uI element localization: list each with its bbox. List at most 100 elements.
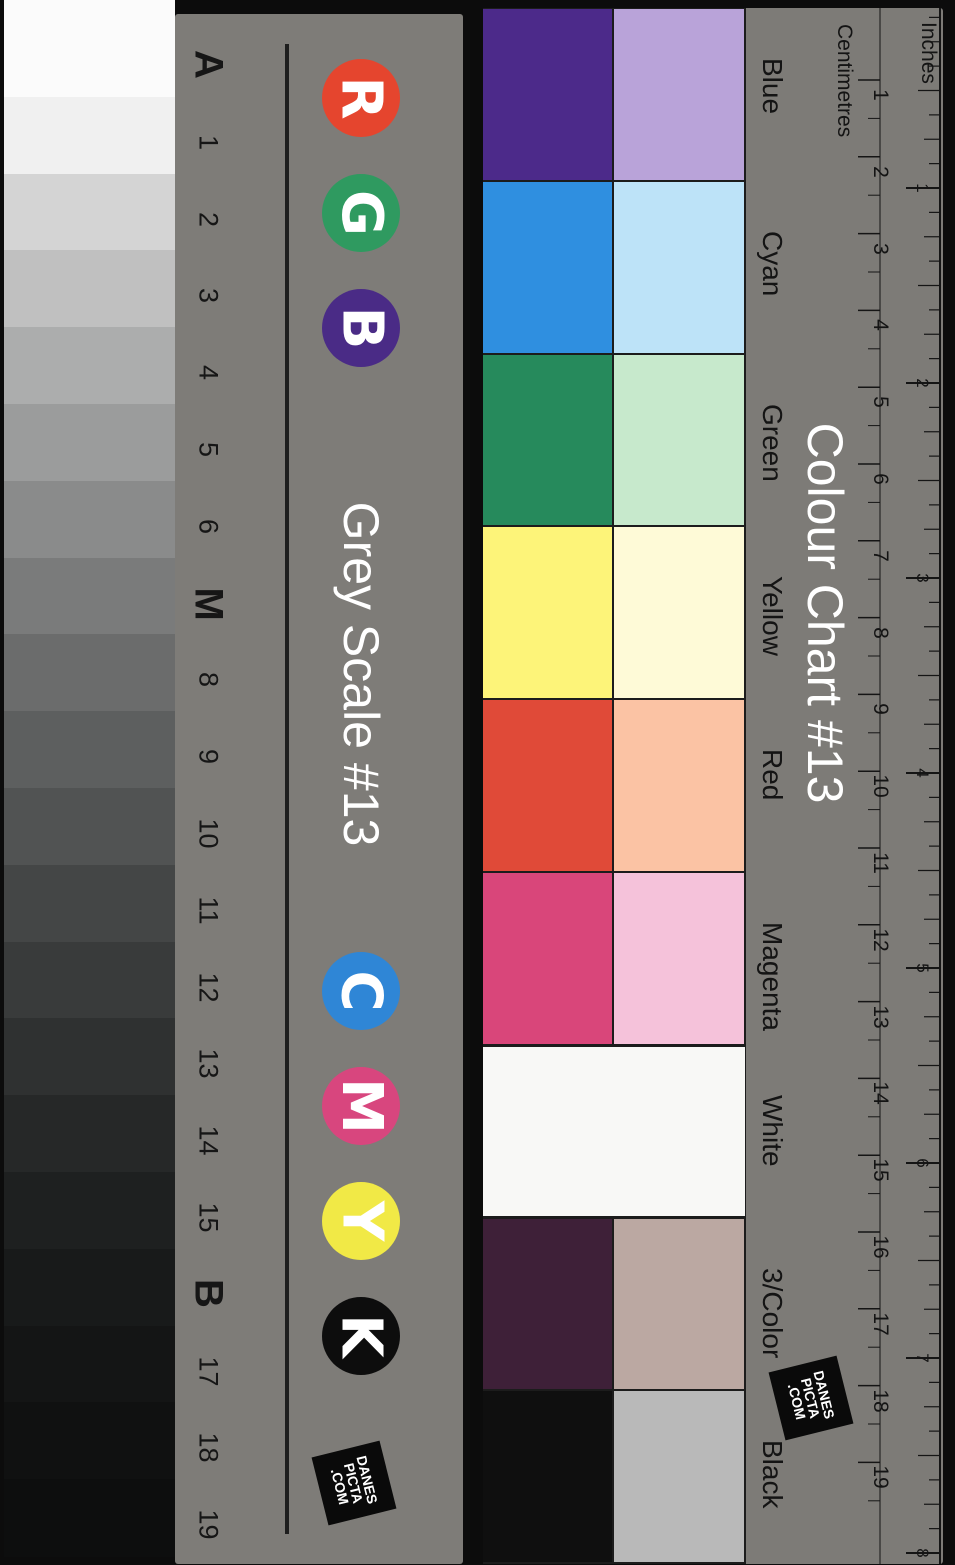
danes-picta-logo: DANES PICTA .COM [311,1440,397,1526]
grey-patch [4,634,175,713]
inch-number: 6 [913,1158,932,1168]
step-label: 18 [193,1432,224,1463]
grey-patch [4,711,175,789]
grey-patch [4,1018,175,1097]
colour-patch-strong [483,9,612,180]
step-label: 3 [193,288,224,304]
colour-name-text: Magenta [757,922,788,1031]
inch-number: 2 [913,378,932,388]
grey-patch [4,1325,175,1404]
grey-patch [4,173,175,252]
step-label: 10 [193,818,224,849]
badge-y: Y [322,1182,400,1260]
badge-letter: M [328,1078,394,1134]
badge-b: B [322,289,400,367]
step-label: 15 [193,1202,224,1233]
colour-name-text: Cyan [757,230,788,297]
inch-number: 1 [913,183,932,193]
colour-patch-light [614,9,744,180]
cm-number: 7 [869,549,892,562]
inch-number: 3 [913,573,932,583]
badge-letter: R [329,76,394,120]
colour-name-text: White [757,1094,788,1167]
grey-scale-strip [0,0,175,1564]
colour-patch-strong [483,527,612,699]
step-label: 17 [193,1356,224,1387]
step-label: 14 [193,1125,224,1156]
colour-chart-card: Blue Cyan Green Yellow Red Magenta White 3/Colo… [483,8,943,1564]
cm-number: 10 [869,774,892,798]
step-label: 9 [193,749,224,765]
cm-number: 2 [869,165,892,178]
cm-number: 13 [869,1004,892,1029]
inch-number: 8 [913,1548,932,1558]
cm-number: 3 [869,242,892,255]
ruler: Centimetres Inches 1 2 3 4 5 6 7 8 9 10 11 12 13 14 15… [828,8,943,1564]
step-label: 13 [193,1048,224,1079]
step-label: B [186,1278,231,1308]
inch-number: 7 [913,1353,932,1363]
step-label: 8 [193,672,224,688]
badge-letter: Y [329,1200,394,1242]
cm-number: 19 [869,1465,892,1490]
colour-name-text: Yellow [757,576,788,657]
step-label: 12 [193,972,224,1003]
badge-letter: K [329,1314,394,1358]
grey-patch [4,1248,175,1327]
inches-label: Inches [917,22,940,84]
badge-letter: G [329,190,394,236]
colour-patch-light [614,1391,744,1563]
step-label: 4 [193,365,224,381]
cm-number: 14 [869,1081,892,1106]
step-label: 5 [193,441,224,458]
cm-number: 8 [869,626,892,639]
grey-patch [4,557,175,636]
grey-patch [4,327,175,405]
badge-m: M [322,1067,400,1145]
colour-patch-light [614,354,744,526]
colour-name-text: Green [757,403,788,482]
grey-patch [4,864,175,943]
colour-patch-light [614,700,744,871]
colour-name-text: Black [757,1440,788,1509]
step-label: 6 [193,518,224,534]
step-label: 2 [193,211,224,227]
grey-patch [4,1479,175,1557]
colour-patch-strong [483,354,612,526]
colour-patch-grid [483,8,746,1564]
colour-name-text: Blue [757,58,788,115]
grey-patch [4,480,175,559]
colour-patch-light [614,873,744,1044]
grey-card-divider-line [285,44,289,1534]
colour-patch-strong [483,1391,612,1563]
grey-patch [4,96,175,175]
centimetres-label: Centimetres [833,24,856,138]
step-label: A [186,50,231,79]
cm-number: 6 [869,473,892,485]
badge-g: G [322,174,400,252]
cm-number: 5 [869,396,892,409]
grey-patch [4,404,175,482]
colour-patch-strong [483,181,612,353]
grey-patch [4,250,175,329]
grey-patch [4,941,175,1020]
grey-patch [4,1172,175,1250]
badge-c: C [322,952,400,1030]
step-label: M [186,587,231,621]
inch-number: 4 [913,768,932,778]
cm-number: 17 [869,1312,892,1336]
grey-scale-card: A 1 2 3 4 5 6 M 8 9 10 11 12 13 14 15 B 17 18 19 RGB Grey S… [175,14,463,1564]
badge-letter: C [328,970,394,1012]
cm-number: 15 [869,1158,892,1182]
cm-number: 4 [869,319,892,332]
grey-patch [4,0,175,98]
colour-patch-light [614,527,744,699]
cm-number: 16 [869,1235,892,1259]
colour-name-text: 3/Color [757,1267,788,1358]
cm-number: 1 [869,89,892,101]
grey-patch [4,1095,175,1173]
step-label: 1 [193,134,224,150]
cm-number: 9 [869,703,892,716]
colour-patch-strong [483,700,612,871]
colour-patch-white [483,1046,745,1216]
